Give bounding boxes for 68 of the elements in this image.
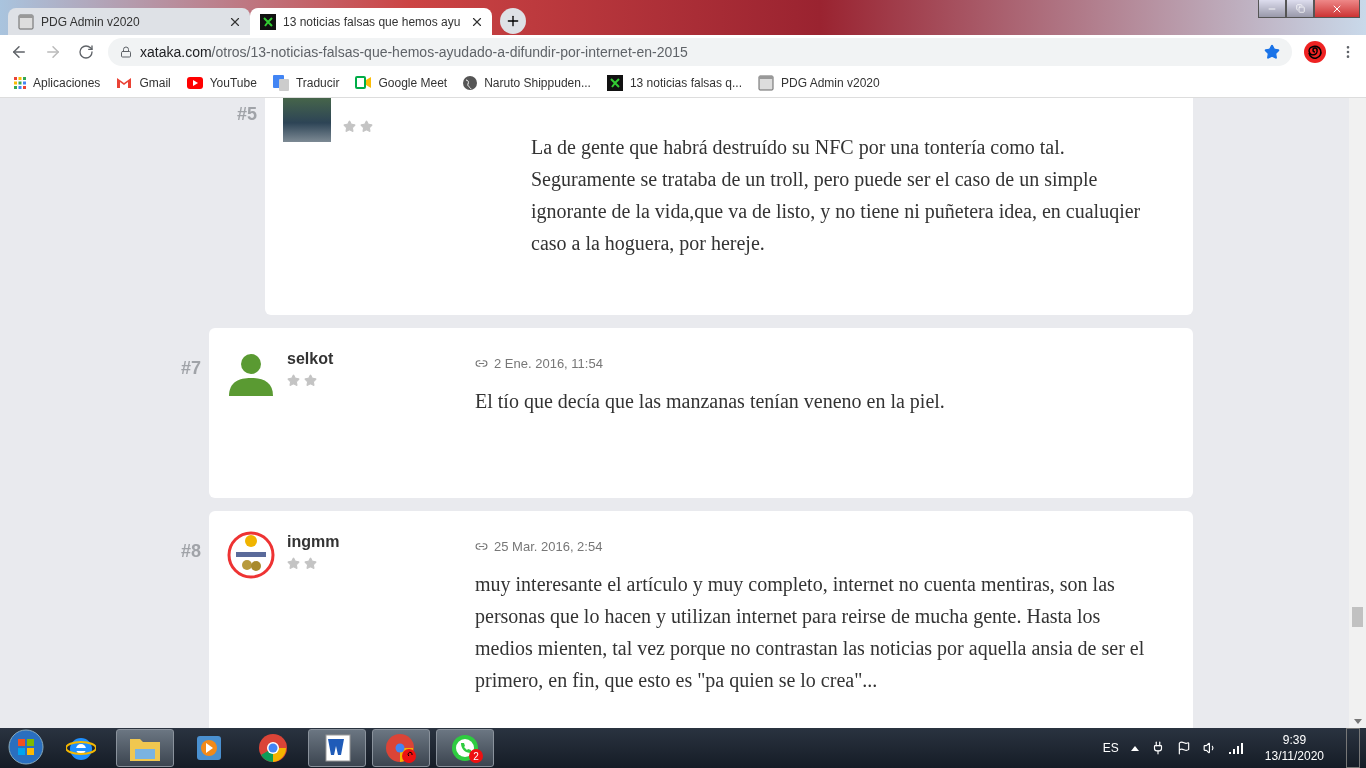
bookmark-link[interactable]: Google Meet [355, 75, 448, 90]
bookmark-link[interactable]: Gmail [116, 75, 171, 90]
comment-number: #8 [179, 541, 202, 563]
bookmark-link[interactable]: 13 noticias falsas q... [606, 74, 742, 91]
translate-icon [272, 74, 289, 91]
restore-button[interactable] [1286, 0, 1314, 18]
star-icon [287, 374, 300, 387]
new-tab-button[interactable] [500, 8, 526, 34]
author-name[interactable]: ingmm [287, 533, 340, 551]
media-player-icon [195, 734, 223, 762]
browser-tab[interactable]: 13 noticias falsas que hemos ayu [250, 8, 492, 35]
bookmark-star-icon[interactable] [1264, 43, 1280, 60]
comment-date[interactable]: 25 Mar. 2016, 2:54 [494, 538, 603, 554]
window-icon [758, 74, 774, 91]
clock[interactable]: 9:39 13/11/2020 [1264, 732, 1324, 764]
star-icon [287, 557, 300, 570]
plus-icon [505, 13, 521, 29]
comment-text: El tío que decía que las manzanas tenían veneno en la piel. [475, 389, 946, 415]
star-icon [304, 557, 317, 570]
start-button[interactable] [6, 729, 46, 767]
star-icon [343, 120, 356, 133]
photo-placeholder [283, 98, 331, 142]
show-desktop-button[interactable] [1346, 728, 1360, 768]
chat-phone-icon [450, 733, 480, 763]
mail-icon [116, 76, 133, 89]
address-bar[interactable]: xataka.com/otros/13-noticias-falsas-que-hemos-ayudado-a-difundir-por-internet-en-2015 [108, 37, 1292, 66]
browser-tab[interactable]: PDG Admin v2020 [8, 8, 250, 35]
star-icon [360, 120, 373, 133]
signal-bars-icon[interactable] [1228, 742, 1243, 754]
close-button[interactable] [1314, 0, 1360, 18]
scrollbar[interactable] [1349, 98, 1366, 728]
window-icon [18, 13, 34, 30]
comment-text: La de gente que habrá destruído su NFC por una tontería como tal. Seguramente se trataba de un troll, pero puede ser el caso de un simple ignorante de la vida,que va de listo, y no tiene ni puñetera idea, en cualuqier caso a la hoguera, por hereje. [531, 135, 1142, 257]
minimize-button[interactable] [1258, 0, 1286, 18]
globe-icon [463, 75, 478, 90]
flag-icon[interactable] [1176, 741, 1191, 755]
comment-number: #5 [235, 104, 258, 126]
bookmark-link[interactable]: PDG Admin v2020 [758, 74, 880, 91]
scroll-down-icon[interactable] [1353, 718, 1362, 724]
lock-icon [120, 45, 132, 58]
comment-text: muy interesante el artículo y muy completo, internet no cuenta mentiras, son las personas que lo hacen y utilizan internet para reirse de mucha gente. Hasta los medios mienten, tal vez porque no contrastan las noticias por aquella ansia de ser el primero, en fin, que esto es "pa quien se lo crea"... [475, 572, 1146, 694]
reload-icon [78, 43, 94, 60]
bookmark-link[interactable]: YouTube [186, 75, 257, 90]
language-indicator[interactable]: ES [1102, 741, 1119, 755]
bookmark-link[interactable]: Naruto Shippuden... [463, 75, 591, 90]
chrome-spiral-icon [385, 733, 417, 763]
document-w-icon [322, 733, 352, 763]
bookmark-link[interactable]: Aplicaciones [14, 75, 101, 90]
spiral-extension-icon[interactable] [1304, 40, 1326, 63]
taskbar-app-button[interactable]: 2 [436, 729, 494, 767]
chrome-icon [258, 733, 288, 763]
author-name[interactable]: selkot [287, 350, 334, 368]
star-icon [304, 374, 317, 387]
notification-badge: 2 [469, 749, 483, 763]
bookmark-link[interactable]: Traducir [272, 74, 340, 91]
comment-date[interactable]: 2 Ene. 2016, 11:54 [494, 355, 603, 371]
show-hidden-icons-icon[interactable] [1130, 745, 1139, 751]
taskbar-app-button[interactable] [116, 729, 174, 767]
apps-grid-icon [14, 76, 26, 89]
comment-number: #7 [179, 358, 202, 380]
network-logo-icon [606, 74, 623, 91]
avatar-logo [227, 531, 275, 579]
scrollbar-thumb[interactable] [1352, 607, 1363, 627]
video-camera-icon [355, 76, 372, 89]
network-logo-icon [260, 13, 276, 30]
play-icon [186, 76, 203, 89]
taskbar-app-button[interactable] [308, 729, 366, 767]
restore-icon [1295, 4, 1305, 13]
